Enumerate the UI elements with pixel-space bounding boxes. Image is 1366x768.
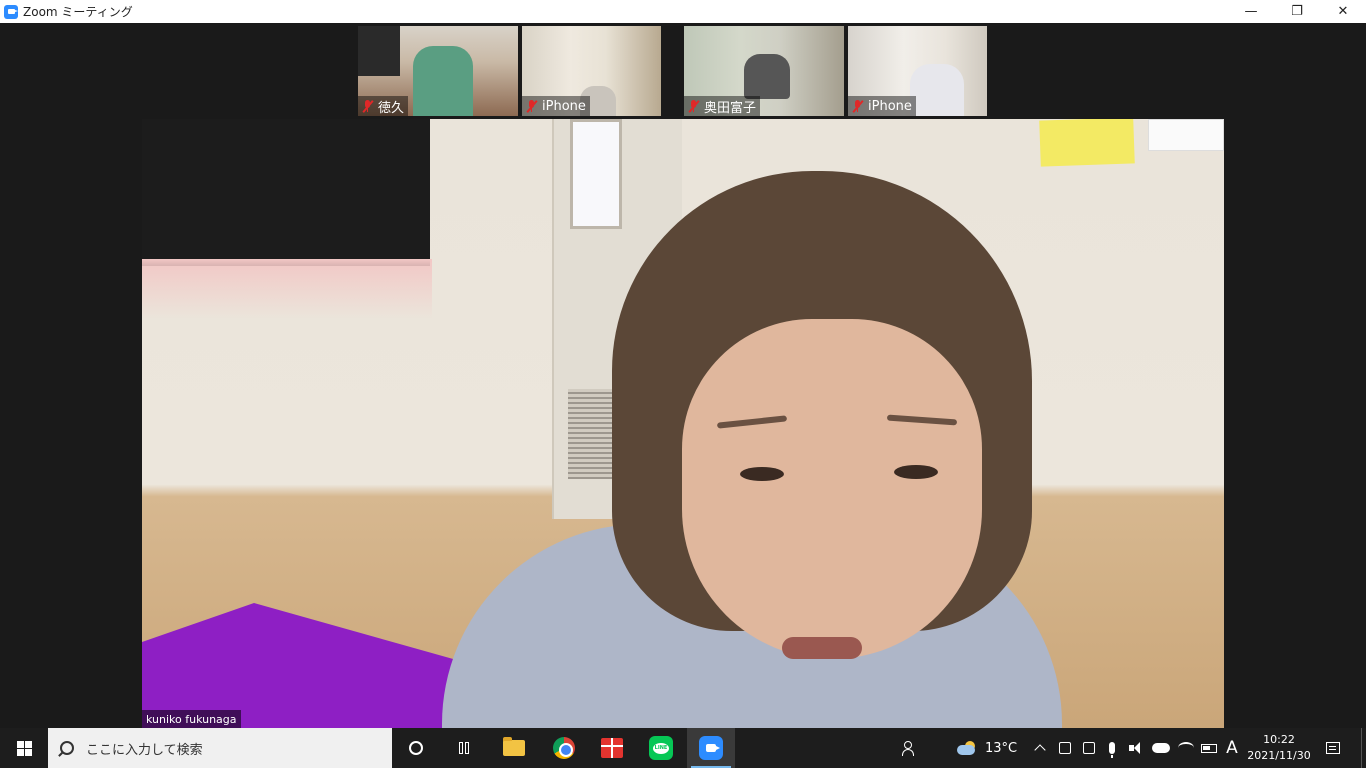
participant-thumbnail[interactable]: 奥田富子: [684, 26, 844, 116]
participant-name: iPhone: [542, 98, 586, 114]
participant-label: iPhone: [848, 96, 916, 116]
chrome-button[interactable]: [540, 728, 588, 768]
speaker-name-label: kuniko fukunaga: [142, 710, 241, 728]
gift-app-button[interactable]: [588, 728, 636, 768]
tray-app-button[interactable]: [1056, 728, 1074, 768]
file-explorer-button[interactable]: [490, 728, 538, 768]
notification-icon: [1326, 742, 1340, 754]
cloud-icon: [1152, 743, 1170, 753]
speaker-icon: [1129, 742, 1143, 754]
participant-label: 奥田富子: [684, 96, 761, 116]
meeting-area: 徳久 iPhone 奥田富子 iPhone kuniko fukunaga: [0, 23, 1366, 728]
participant-name: 徳久: [378, 100, 405, 116]
participant-thumbnail[interactable]: iPhone: [522, 26, 661, 116]
window-title: Zoom ミーティング: [23, 5, 133, 19]
microphone-tray-button[interactable]: [1104, 728, 1120, 768]
volume-button[interactable]: [1126, 728, 1146, 768]
minimize-button[interactable]: —: [1228, 0, 1274, 23]
title-bar: Zoom ミーティング — ❐ ✕: [0, 0, 1366, 23]
participant-thumbnail[interactable]: iPhone: [848, 26, 987, 116]
taskbar: ここに入力して検索 LINE 13°C A 10:22 2021/11/30: [0, 728, 1366, 768]
folder-icon: [503, 737, 525, 756]
mic-muted-icon: [526, 99, 538, 113]
line-app-button[interactable]: LINE: [637, 728, 685, 768]
update-icon: [1083, 742, 1095, 754]
wall-notice: [1039, 119, 1135, 167]
ime-indicator[interactable]: A: [1222, 728, 1242, 768]
close-button[interactable]: ✕: [1320, 0, 1366, 23]
mic-muted-icon: [362, 99, 374, 113]
zoom-taskbar-button[interactable]: [687, 728, 735, 768]
zoom-icon: [699, 736, 723, 760]
participant-thumbnail[interactable]: 徳久: [358, 26, 518, 116]
weather-widget[interactable]: 13°C: [952, 728, 1022, 768]
participant-name: iPhone: [868, 98, 912, 114]
onedrive-button[interactable]: [1150, 728, 1172, 768]
battery-button[interactable]: [1198, 728, 1220, 768]
clock-date: 2021/11/30: [1247, 749, 1311, 762]
cortana-icon: [409, 741, 423, 755]
active-speaker-video[interactable]: [142, 119, 1224, 728]
clock-time: 10:22: [1263, 733, 1295, 746]
start-button[interactable]: [0, 728, 48, 768]
meet-now-icon: [1059, 742, 1071, 754]
show-hidden-icons-button[interactable]: [1030, 728, 1050, 768]
participant-label: 徳久: [358, 96, 409, 116]
mic-muted-icon: [688, 99, 700, 113]
people-icon: [902, 741, 916, 756]
gift-icon: [601, 738, 623, 758]
windows-icon: [16, 740, 32, 756]
action-center-button[interactable]: [1318, 728, 1348, 768]
chrome-icon: [553, 737, 575, 759]
microphone-icon: [1109, 742, 1115, 758]
line-icon: LINE: [649, 736, 673, 760]
maximize-button[interactable]: ❐: [1274, 0, 1320, 23]
taskbar-search[interactable]: ここに入力して検索: [48, 728, 392, 768]
vent: [568, 389, 612, 479]
battery-icon: [1201, 743, 1217, 753]
wifi-icon: [1178, 742, 1194, 754]
tray-app-button[interactable]: [1080, 728, 1098, 768]
mic-muted-icon: [852, 99, 864, 113]
show-desktop-button[interactable]: [1361, 728, 1366, 768]
zoom-app-icon: [4, 4, 18, 19]
task-view-icon: [459, 742, 469, 754]
search-icon: [60, 741, 74, 755]
people-button[interactable]: [896, 728, 922, 768]
speaker-face: [682, 319, 982, 659]
task-view-button[interactable]: [440, 728, 488, 768]
chevron-up-icon: [1034, 744, 1046, 756]
search-input[interactable]: ここに入力して検索: [86, 739, 203, 758]
weather-icon: [956, 741, 977, 755]
network-button[interactable]: [1176, 728, 1196, 768]
clock[interactable]: 10:22 2021/11/30: [1242, 728, 1316, 768]
participant-name: 奥田富子: [704, 100, 757, 116]
weather-temp: 13°C: [984, 740, 1018, 756]
curtain: [142, 119, 430, 266]
participant-label: iPhone: [522, 96, 590, 116]
cortana-button[interactable]: [392, 728, 440, 768]
